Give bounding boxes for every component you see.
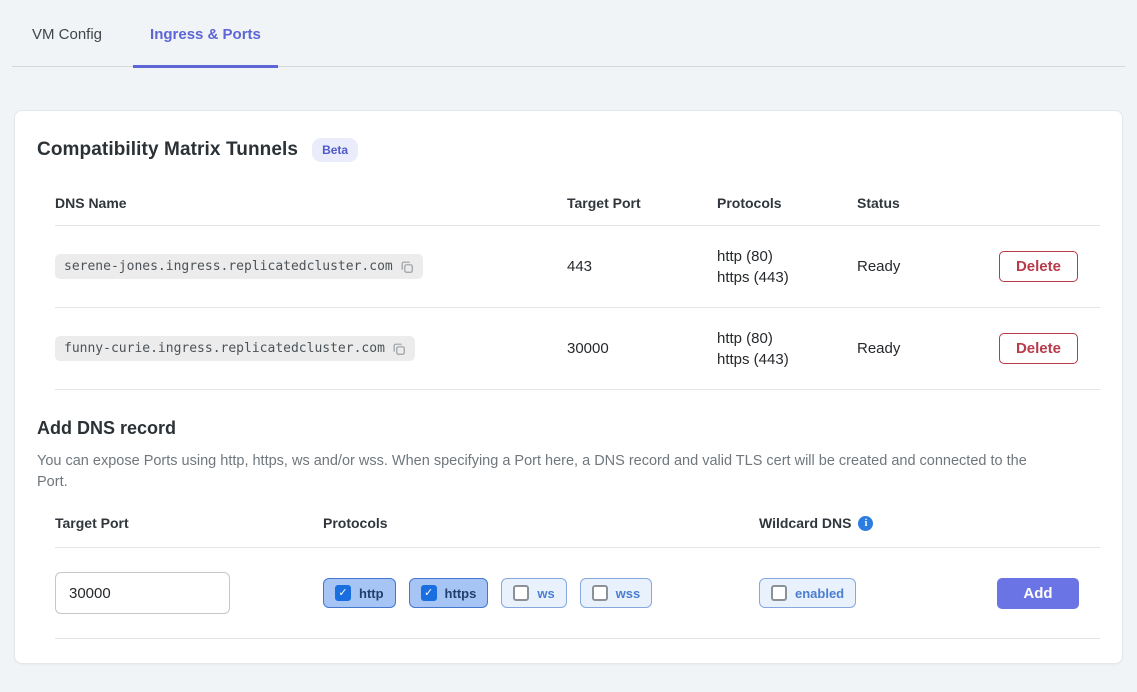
label-protocols: Protocols [323,515,759,531]
tab-vm-config[interactable]: VM Config [15,0,119,66]
cell-protocols: http (80)https (443) [717,246,857,288]
tab-bar: VM Config Ingress & Ports [12,0,1125,67]
wildcard-enabled-checkbox[interactable]: enabled [759,578,856,608]
protocol-line: http (80) [717,328,857,349]
protocol-checkbox[interactable]: https [409,578,489,608]
wildcard-enabled-label: enabled [795,586,844,601]
table-row: funny-curie.ingress.replicatedcluster.co… [55,308,1100,390]
checkbox-icon [513,585,529,601]
protocol-checkbox[interactable]: ws [501,578,566,608]
table-header-row: DNS Name Target Port Protocols Status [55,181,1100,226]
column-header-status: Status [857,195,977,211]
cell-status: Ready [857,258,977,275]
compatibility-matrix-card: Compatibility Matrix Tunnels Beta DNS Na… [14,110,1123,664]
cell-target-port: 443 [567,258,717,275]
wildcard-dns-label-text: Wildcard DNS [759,515,851,531]
tunnels-table: DNS Name Target Port Protocols Status se… [55,181,1100,390]
delete-button[interactable]: Delete [999,333,1078,364]
card-title: Compatibility Matrix Tunnels [37,139,298,161]
cell-status: Ready [857,340,977,357]
info-icon[interactable]: i [858,516,873,531]
add-dns-description: You can expose Ports using http, https, … [37,451,1047,493]
beta-badge: Beta [312,138,358,162]
label-wildcard-dns: Wildcard DNS i [759,515,997,531]
card-title-row: Compatibility Matrix Tunnels Beta [37,135,1100,165]
protocol-line: http (80) [717,246,857,267]
protocol-line: https (443) [717,349,857,370]
checkbox-icon [771,585,787,601]
table-row: serene-jones.ingress.replicatedcluster.c… [55,226,1100,308]
protocol-label: ws [537,586,554,601]
cell-target-port: 30000 [567,340,717,357]
label-target-port: Target Port [55,515,323,531]
checkbox-icon [421,585,437,601]
card-footer [37,639,1100,663]
protocol-label: wss [616,586,641,601]
table-body: serene-jones.ingress.replicatedcluster.c… [55,226,1100,390]
add-button[interactable]: Add [997,578,1079,609]
tab-ingress-ports[interactable]: Ingress & Ports [133,0,278,66]
column-header-protocols: Protocols [717,195,857,211]
dns-name-text: funny-curie.ingress.replicatedcluster.co… [64,341,385,356]
protocol-checkbox[interactable]: wss [580,578,653,608]
protocol-label: https [445,586,477,601]
checkbox-icon [592,585,608,601]
dns-name-text: serene-jones.ingress.replicatedcluster.c… [64,259,393,274]
protocol-options: http https ws wss [323,578,759,608]
cell-protocols: http (80)https (443) [717,328,857,370]
add-dns-heading: Add DNS record [37,418,1100,439]
protocol-label: http [359,586,384,601]
protocol-line: https (443) [717,267,857,288]
dns-name-pill: funny-curie.ingress.replicatedcluster.co… [55,336,415,361]
copy-icon[interactable] [400,260,414,274]
dns-name-pill: serene-jones.ingress.replicatedcluster.c… [55,254,423,279]
column-header-target-port: Target Port [567,195,717,211]
copy-icon[interactable] [392,342,406,356]
protocol-checkbox[interactable]: http [323,578,396,608]
checkbox-icon [335,585,351,601]
form-labels-row: Target Port Protocols Wildcard DNS i [55,493,1100,548]
delete-button[interactable]: Delete [999,251,1078,282]
target-port-input[interactable] [55,572,230,614]
form-controls-row: http https ws wss enabled Add [55,548,1100,639]
column-header-dns-name: DNS Name [55,195,567,211]
